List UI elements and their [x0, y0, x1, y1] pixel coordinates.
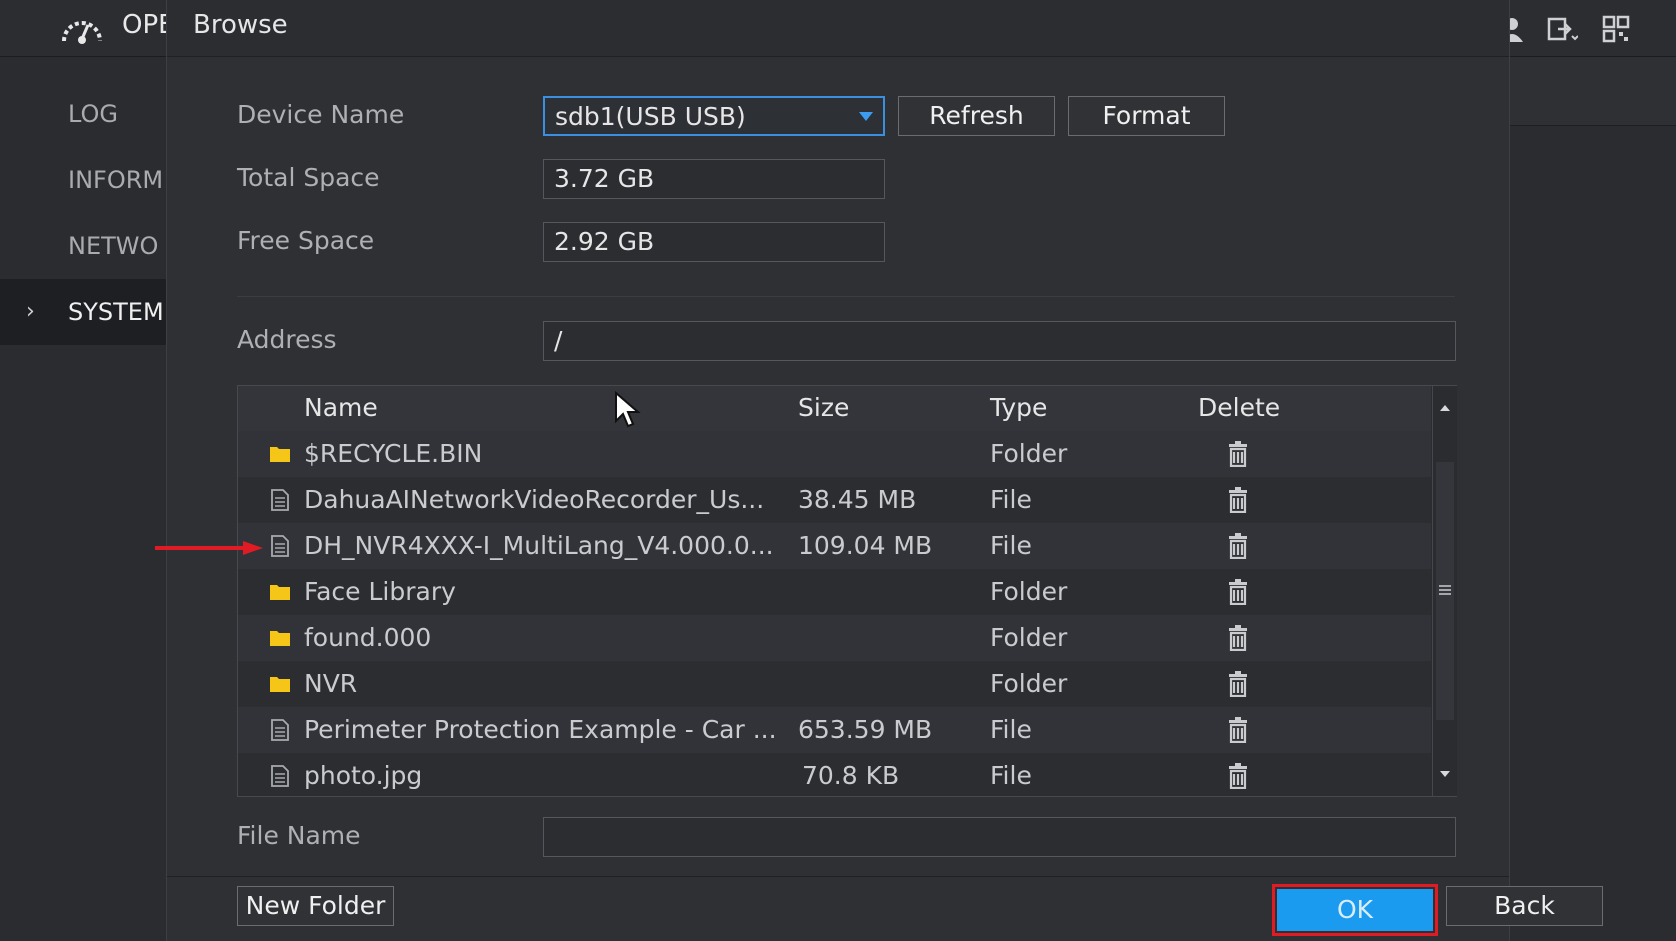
file-icon — [271, 765, 289, 787]
file-name: $RECYCLE.BIN — [304, 439, 483, 468]
sidebar-item-label: SYSTEM — [68, 298, 164, 326]
file-type: File — [990, 485, 1032, 514]
sidebar-item-information[interactable]: INFORM — [0, 147, 170, 213]
file-type: Folder — [990, 623, 1068, 652]
sidebar: LOG INFORM NETWO › SYSTEM — [0, 57, 170, 941]
table-header: Name Size Type Delete — [238, 386, 1431, 432]
file-name: DahuaAINetworkVideoRecorder_Us... — [304, 485, 765, 514]
file-name-input[interactable] — [543, 817, 1456, 857]
folder-icon — [270, 585, 290, 600]
trash-icon[interactable] — [1226, 487, 1250, 513]
dialog-header: Browse — [167, 0, 1509, 57]
speedometer-icon — [62, 21, 102, 44]
column-header-size[interactable]: Size — [798, 386, 849, 430]
address-label: Address — [237, 325, 337, 354]
total-space-label: Total Space — [237, 163, 380, 192]
refresh-button[interactable]: Refresh — [898, 96, 1055, 136]
file-size: 70.8 KB — [802, 761, 900, 790]
file-name: DH_NVR4XXX-I_MultiLang_V4.000.0... — [304, 531, 774, 560]
footer-divider — [167, 876, 1509, 877]
trash-icon[interactable] — [1226, 441, 1250, 467]
trash-icon[interactable] — [1226, 671, 1250, 697]
device-name-select[interactable]: sdb1(USB USB) — [543, 96, 885, 136]
column-header-type[interactable]: Type — [990, 386, 1047, 430]
trash-icon[interactable] — [1226, 533, 1250, 559]
column-header-name[interactable]: Name — [304, 386, 378, 430]
table-row[interactable]: Face Library Folder — [238, 569, 1431, 615]
file-icon — [271, 489, 289, 511]
browse-dialog: Browse Device Name sdb1(USB USB) Refresh… — [166, 0, 1603, 941]
sidebar-item-network[interactable]: NETWO — [0, 213, 170, 279]
sidebar-item-log[interactable]: LOG — [0, 81, 170, 147]
ok-button[interactable]: OK — [1277, 889, 1433, 931]
table-row[interactable]: DahuaAINetworkVideoRecorder_Us... 38.45 … — [238, 477, 1431, 523]
format-button[interactable]: Format — [1068, 96, 1225, 136]
file-name-label: File Name — [237, 821, 361, 850]
new-folder-button[interactable]: New Folder — [237, 886, 394, 926]
file-type: File — [990, 715, 1032, 744]
file-type: Folder — [990, 669, 1068, 698]
file-size: 38.45 MB — [798, 485, 917, 514]
divider — [237, 296, 1455, 297]
annotation-arrow-icon — [155, 541, 263, 555]
file-type: Folder — [990, 439, 1068, 468]
free-space-field: 2.92 GB — [543, 222, 885, 262]
back-button[interactable]: Back — [1446, 886, 1603, 926]
sidebar-item-label: NETWO — [68, 232, 159, 260]
folder-icon — [270, 677, 290, 692]
table-row[interactable]: Perimeter Protection Example - Car ... 6… — [238, 707, 1431, 753]
table-row[interactable]: found.000 Folder — [238, 615, 1431, 661]
address-field[interactable]: / — [543, 321, 1456, 361]
logout-icon[interactable] — [1546, 14, 1578, 44]
table-row[interactable]: $RECYCLE.BIN Folder — [238, 431, 1431, 477]
qr-code-icon[interactable] — [1600, 14, 1632, 44]
file-icon — [271, 535, 289, 557]
background-toolbar — [1508, 57, 1676, 126]
trash-icon[interactable] — [1226, 763, 1250, 789]
scroll-thumb[interactable] — [1436, 462, 1454, 720]
device-name-label: Device Name — [237, 100, 405, 129]
file-type: File — [990, 531, 1032, 560]
background-panel — [1508, 57, 1676, 941]
total-space-field: 3.72 GB — [543, 159, 885, 199]
device-name-value: sdb1(USB USB) — [555, 102, 746, 131]
file-name: Face Library — [304, 577, 456, 606]
chevron-right-icon: › — [26, 299, 35, 324]
file-name: NVR — [304, 669, 358, 698]
table-row[interactable]: NVR Folder — [238, 661, 1431, 707]
table-row[interactable]: photo.jpg 70.8 KB File — [238, 753, 1431, 796]
dialog-title: Browse — [193, 10, 288, 40]
mouse-cursor-icon — [615, 391, 641, 428]
file-table: Name Size Type Delete $RECYCLE.BIN Folde… — [237, 385, 1457, 797]
folder-icon — [270, 447, 290, 462]
sidebar-item-label: INFORM — [68, 166, 164, 194]
sidebar-item-label: LOG — [68, 100, 119, 128]
trash-icon[interactable] — [1226, 717, 1250, 743]
scrollbar[interactable] — [1432, 386, 1457, 796]
file-name: Perimeter Protection Example - Car ... — [304, 715, 774, 744]
file-name: found.000 — [304, 623, 432, 652]
file-name: photo.jpg — [304, 761, 423, 790]
file-size: 653.59 MB — [798, 715, 933, 744]
file-icon — [271, 719, 289, 741]
scroll-down-arrow-icon[interactable] — [1433, 752, 1457, 796]
scroll-up-arrow-icon[interactable] — [1433, 386, 1457, 430]
folder-icon — [270, 631, 290, 646]
grip-icon — [1439, 585, 1451, 595]
file-size: 109.04 MB — [798, 531, 933, 560]
file-type: File — [990, 761, 1032, 790]
table-row[interactable]: DH_NVR4XXX-I_MultiLang_V4.000.0... 109.0… — [238, 523, 1431, 569]
column-header-delete: Delete — [1198, 393, 1281, 422]
dropdown-arrow-icon — [859, 112, 873, 121]
free-space-label: Free Space — [237, 226, 375, 255]
trash-icon[interactable] — [1226, 579, 1250, 605]
file-type: Folder — [990, 577, 1068, 606]
trash-icon[interactable] — [1226, 625, 1250, 651]
sidebar-item-system[interactable]: › SYSTEM — [0, 279, 170, 345]
